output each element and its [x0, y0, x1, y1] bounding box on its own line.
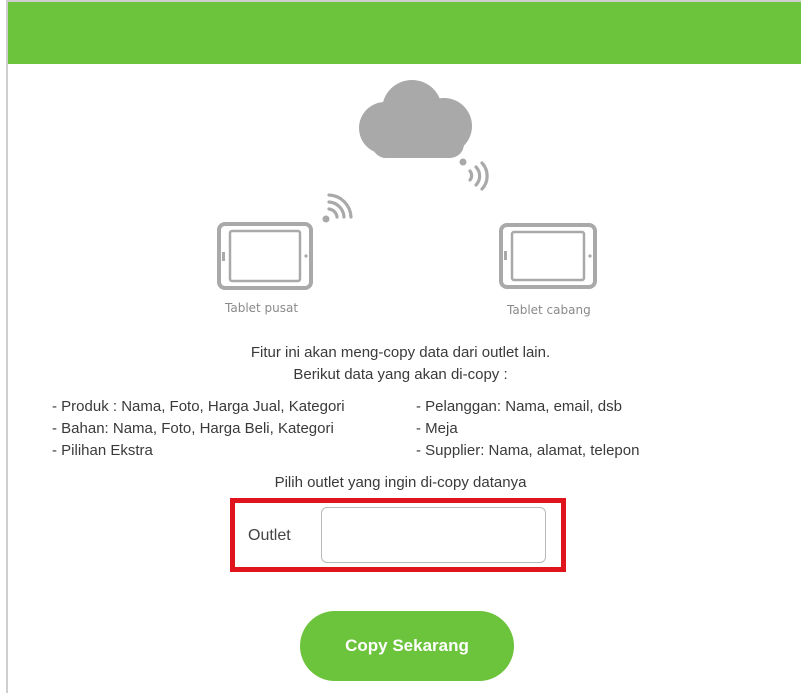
intro-line-1: Fitur ini akan meng-copy data dari outle…	[250, 344, 551, 361]
cloud-icon	[359, 80, 472, 158]
list-item: - Produk : Nama, Foto, Harga Jual, Kateg…	[52, 398, 345, 415]
tablet-pusat-label: Tablet pusat	[225, 301, 299, 315]
list-item: - Supplier: Nama, alamat, telepon	[416, 442, 640, 459]
data-list-right: - Pelanggan: Nama, email, dsb - Meja - S…	[416, 396, 639, 462]
outlet-prompt: Pilih outlet yang ingin di-copy datanya	[274, 474, 527, 491]
copy-now-button[interactable]: Copy Sekarang	[300, 611, 514, 681]
tablet-icon	[499, 223, 597, 289]
wifi-signal-icon	[459, 158, 489, 191]
list-item: - Pilihan Ekstra	[52, 442, 153, 459]
tablet-cabang-label: Tablet cabang	[507, 303, 591, 317]
header-bar	[8, 2, 801, 64]
data-list-left: - Produk : Nama, Foto, Harga Jual, Kateg…	[52, 396, 345, 462]
list-item: - Meja	[416, 420, 458, 437]
wifi-signal-icon	[322, 193, 353, 223]
list-item: - Bahan: Nama, Foto, Harga Beli, Kategor…	[52, 420, 334, 437]
intro-line-2: Berikut data yang akan di-copy :	[293, 366, 508, 383]
outlet-input[interactable]	[321, 507, 546, 563]
tablet-icon	[217, 222, 313, 290]
outlet-label: Outlet	[248, 527, 291, 544]
list-item: - Pelanggan: Nama, email, dsb	[416, 398, 622, 415]
